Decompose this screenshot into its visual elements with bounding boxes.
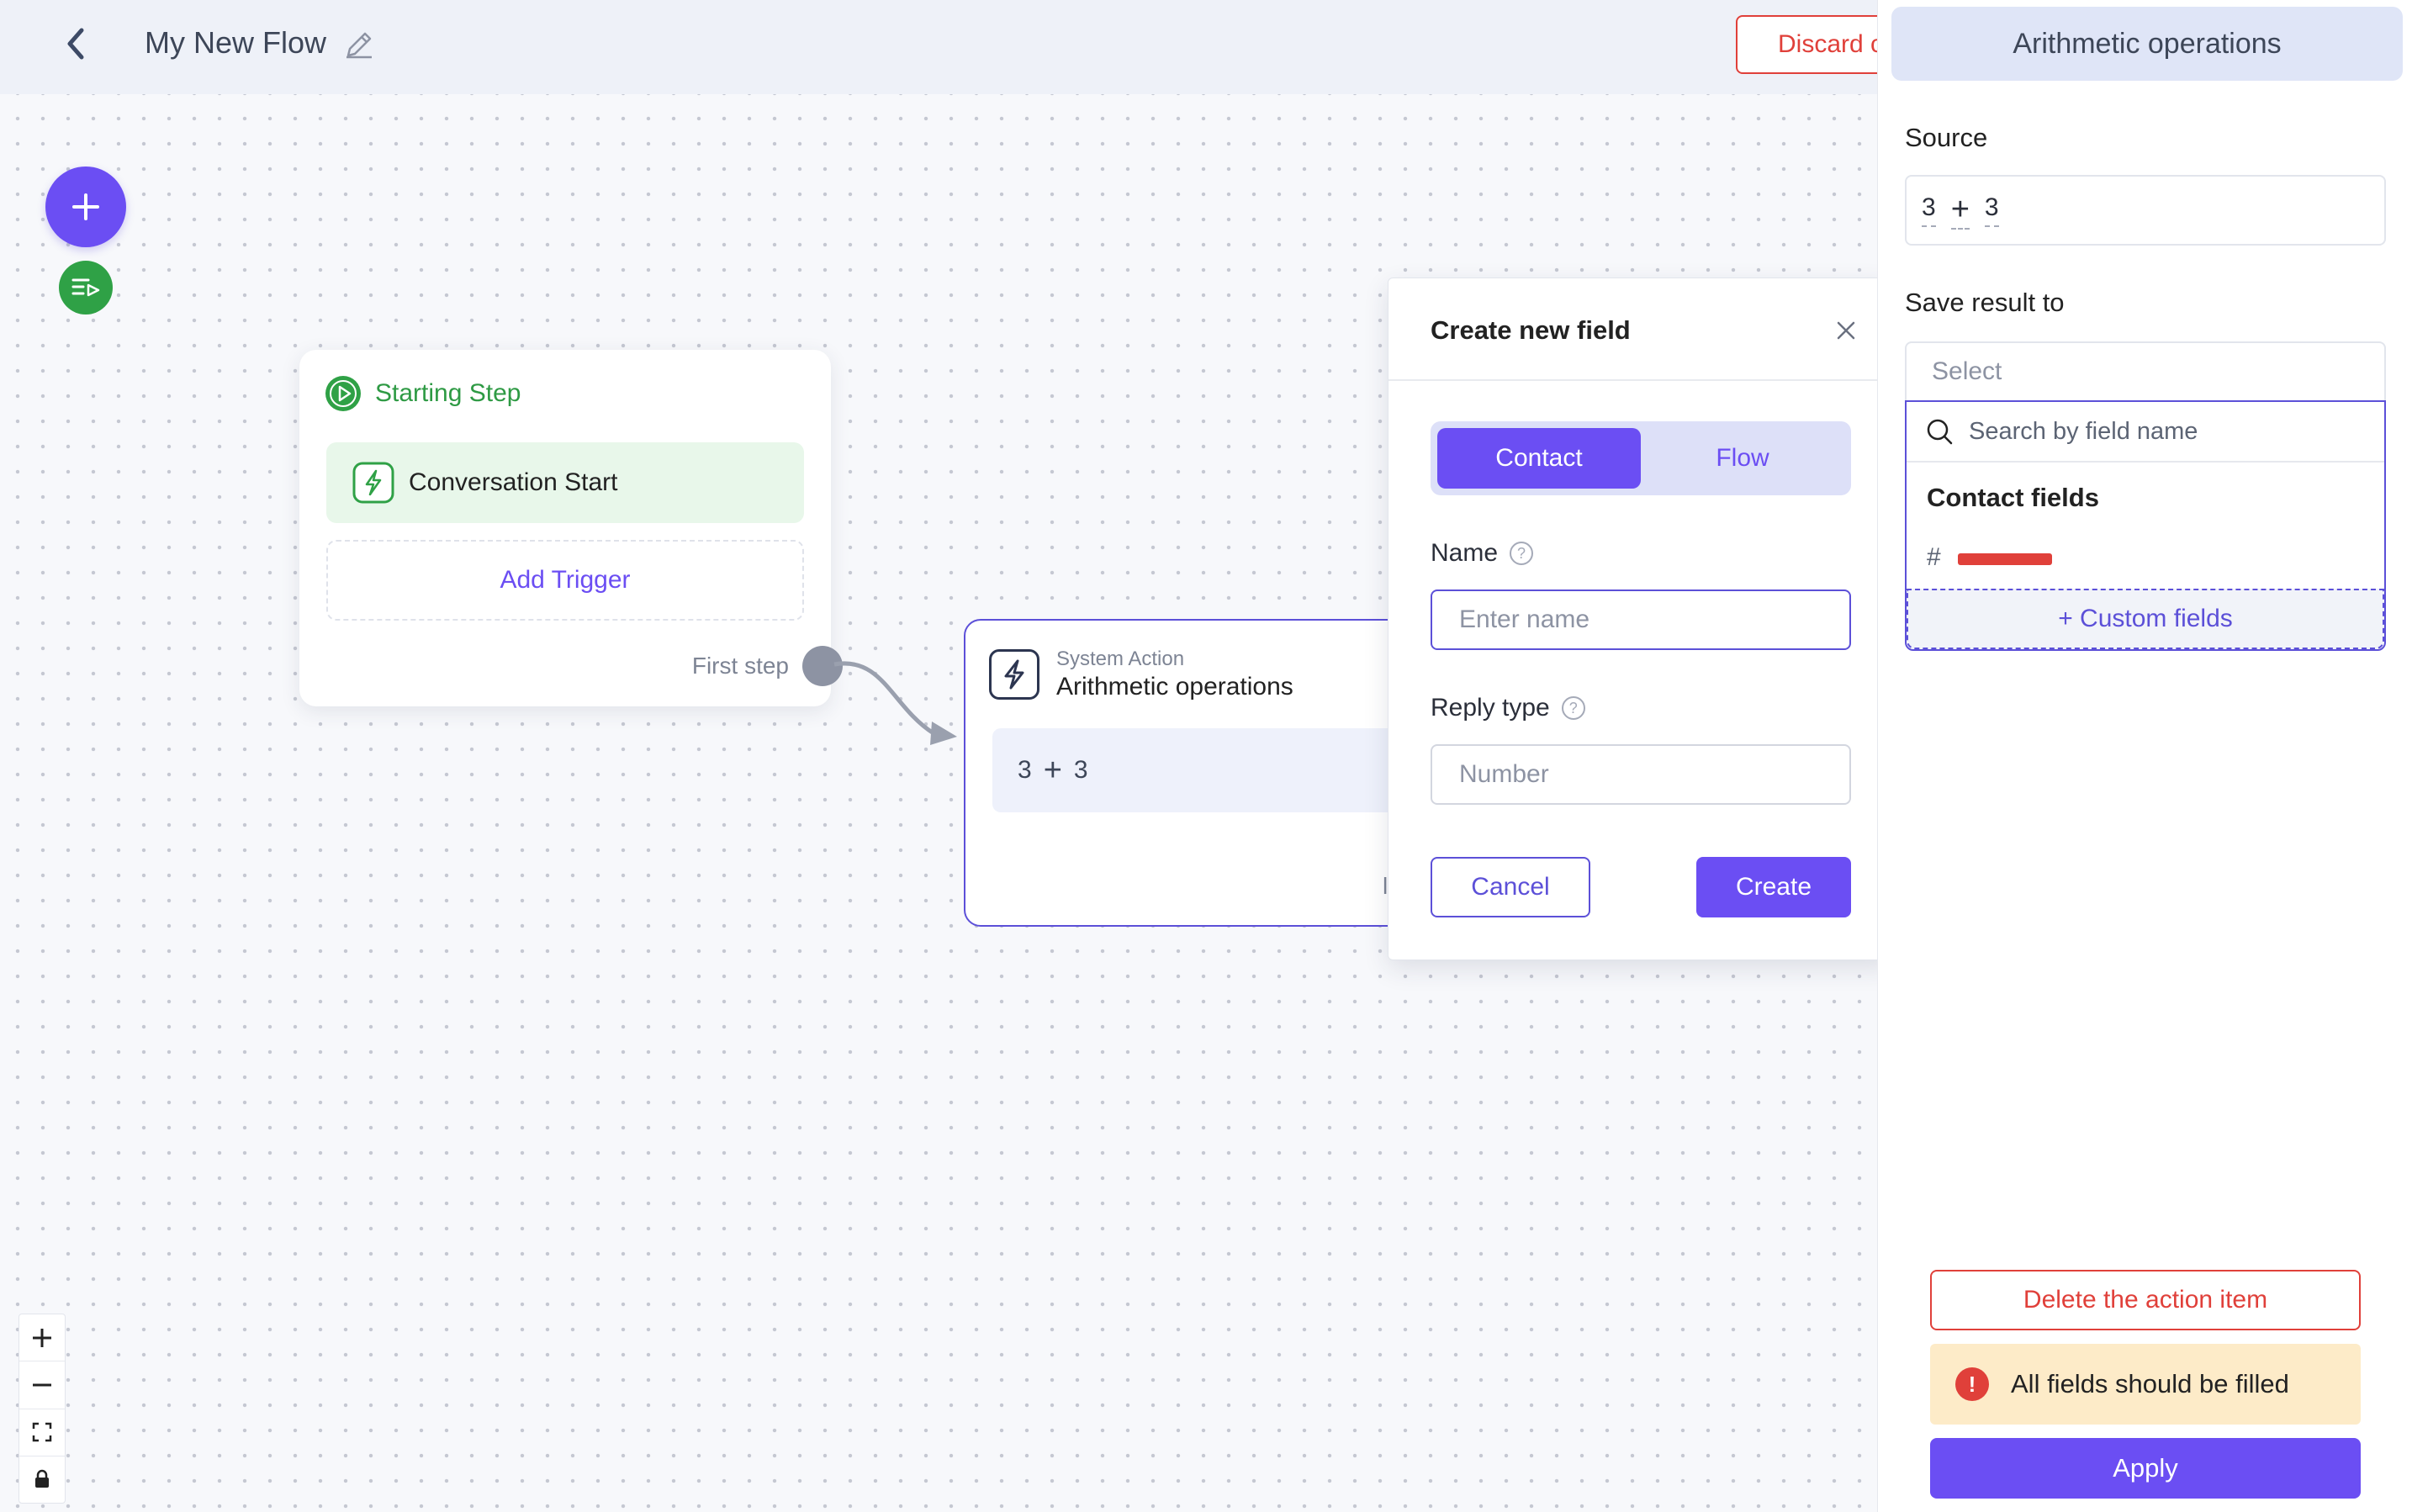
connector-edge (833, 661, 957, 745)
fit-view-button[interactable] (19, 1409, 65, 1456)
bolt-icon (352, 462, 394, 504)
lock-icon (35, 1470, 49, 1488)
add-trigger-button[interactable]: Add Trigger (326, 540, 804, 621)
delete-action-button[interactable]: Delete the action item (1930, 1270, 2361, 1330)
top-bar: My New Flow Discard c (0, 0, 1921, 94)
playlist-icon (71, 278, 100, 297)
action-settings-panel: Arithmetic operations Source 3 + 3 Save … (1877, 0, 2412, 1512)
back-button[interactable] (59, 25, 93, 62)
reply-type-label: Reply type ? (1431, 694, 1585, 722)
alert-text: All fields should be filled (2011, 1369, 2289, 1398)
lock-button[interactable] (19, 1456, 65, 1503)
search-icon (1927, 419, 1953, 445)
plus-icon (33, 1328, 51, 1347)
field-scope-toggle: Contact Flow (1431, 421, 1851, 495)
tab-flow[interactable]: Flow (1641, 428, 1844, 489)
starting-step-title: Starting Step (375, 379, 521, 407)
add-step-button[interactable] (45, 167, 126, 247)
save-result-label: Save result to (1905, 288, 2065, 317)
arithmetic-action-card[interactable]: System Action Arithmetic operations 3 + … (964, 619, 1430, 927)
search-input[interactable]: Search by field name (1969, 418, 2198, 446)
help-icon[interactable]: ? (1561, 696, 1585, 720)
close-icon (1837, 321, 1855, 340)
flow-title: My New Flow (145, 25, 327, 60)
cancel-button[interactable]: Cancel (1431, 857, 1590, 917)
trigger-label: Conversation Start (409, 468, 618, 496)
starting-step-card[interactable]: Starting Step Conversation Start Add Tri… (299, 350, 831, 706)
minus-icon (33, 1383, 51, 1387)
create-button[interactable]: Create (1696, 857, 1851, 917)
panel-title: Arithmetic operations (1891, 7, 2403, 81)
pencil-icon[interactable] (343, 29, 375, 61)
help-icon[interactable]: ? (1510, 542, 1534, 565)
operand-left: 3 (1018, 756, 1032, 784)
error-icon: ! (1955, 1367, 1989, 1401)
operand-right: 3 (1073, 756, 1088, 784)
conversation-start-trigger[interactable]: Conversation Start (326, 442, 804, 523)
close-button[interactable] (1831, 315, 1861, 346)
save-result-select[interactable]: Select (1905, 341, 2386, 402)
zoom-out-button[interactable] (19, 1361, 65, 1409)
reply-type-select[interactable]: Number (1431, 744, 1851, 805)
modal-divider (1388, 379, 1891, 381)
action-title: Arithmetic operations (1056, 673, 1293, 700)
field-search[interactable]: Search by field name (1907, 402, 2384, 463)
play-circle-icon (325, 376, 361, 411)
starting-step-header: Starting Step (325, 375, 521, 412)
name-input[interactable]: Enter name (1431, 589, 1851, 650)
custom-fields-button[interactable]: + Custom fields (1907, 589, 2384, 649)
redacted-field-name (1957, 553, 2052, 565)
action-type-label: System Action (1056, 648, 1185, 670)
action-expression: 3 + 3 (992, 728, 1430, 812)
plus-icon (72, 193, 99, 220)
name-label: Name ? (1431, 539, 1534, 568)
chevron-left-icon (67, 28, 84, 60)
list-item[interactable]: # (1927, 543, 2052, 572)
field-dropdown: Search by field name Contact fields # + … (1905, 400, 2386, 651)
fit-view-icon (32, 1422, 52, 1442)
create-field-modal: Create new field Contact Flow Name ? Ent… (1388, 278, 1892, 960)
source-operator[interactable]: + (1950, 192, 1970, 230)
validation-alert: ! All fields should be filled (1930, 1344, 2361, 1425)
contact-fields-heading: Contact fields (1927, 483, 2099, 512)
hash-icon: # (1927, 543, 1941, 571)
apply-button[interactable]: Apply (1930, 1438, 2361, 1499)
zoom-in-button[interactable] (19, 1314, 65, 1362)
playlist-button[interactable] (59, 261, 113, 315)
source-operand-left[interactable]: 3 (1922, 193, 1936, 227)
modal-title: Create new field (1431, 315, 1631, 345)
bolt-icon (989, 649, 1039, 700)
source-label: Source (1905, 123, 1988, 152)
source-operand-right[interactable]: 3 (1984, 193, 1999, 227)
source-expression-input[interactable]: 3 + 3 (1905, 175, 2386, 246)
zoom-controls (19, 1314, 66, 1504)
tab-contact[interactable]: Contact (1437, 428, 1641, 489)
first-step-label: First step (691, 653, 789, 679)
operator: + (1043, 752, 1062, 788)
